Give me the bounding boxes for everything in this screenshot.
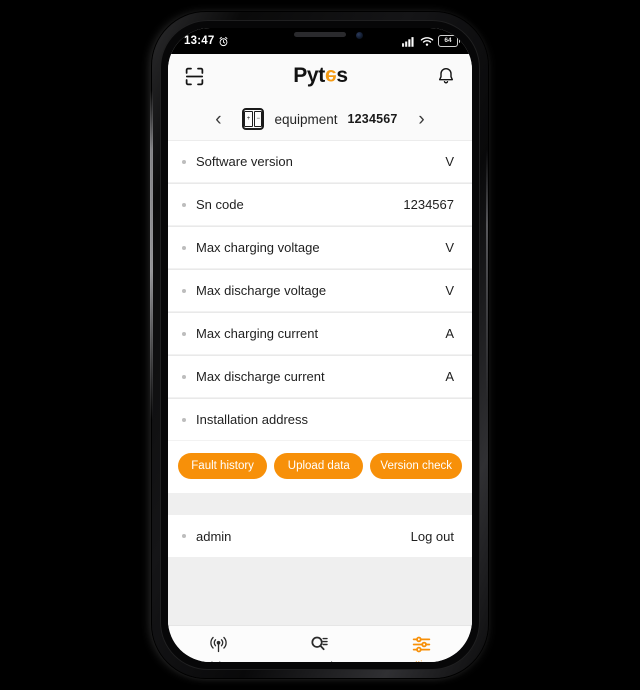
brand-logo: Pyt e s: [293, 64, 348, 88]
battery-level-text: 64: [444, 36, 452, 44]
nav-label-status: status: [206, 659, 231, 662]
row-label: Max charging current: [196, 326, 319, 341]
bullet-icon: [182, 417, 186, 422]
row-label: Max discharge voltage: [196, 283, 327, 298]
previous-equipment-button[interactable]: ‹: [204, 110, 232, 129]
signal-broadcast-icon: [208, 633, 229, 655]
row-value: A: [445, 369, 454, 384]
battery-cell-negative: −: [254, 111, 263, 127]
search-list-icon: [309, 633, 330, 655]
phone-frame-edge-highlight-left: [150, 90, 153, 420]
account-username: admin: [196, 528, 232, 544]
earpiece-speaker: [294, 32, 346, 37]
brand-accent-letter: e: [325, 65, 337, 88]
status-bar-left: 13:47: [184, 35, 229, 47]
table-row[interactable]: Max charging voltage V: [168, 227, 472, 269]
row-label: Installation address: [196, 412, 309, 427]
nav-label-settings: settings: [405, 659, 438, 662]
bottom-navigation: status parameter: [168, 625, 472, 662]
wifi-icon: [420, 36, 434, 46]
row-label: Sn code: [196, 197, 244, 212]
bullet-icon: [182, 202, 186, 207]
row-label: Max discharge current: [196, 369, 325, 384]
equipment-selector-bar: ‹ + − equipment 1234567 ›: [168, 98, 472, 141]
section-spacer: [168, 493, 472, 515]
app-header: Pyt e s: [168, 54, 472, 98]
status-bar: 13:47 64: [168, 28, 472, 54]
scan-qr-icon[interactable]: [184, 66, 205, 87]
alarm-clock-icon: [220, 36, 228, 46]
status-bar-right: 64: [402, 35, 460, 47]
row-value: 1234567: [403, 197, 454, 212]
equipment-label: equipment: [274, 111, 338, 127]
account-row: admin Log out: [168, 515, 472, 557]
table-row[interactable]: Max discharge voltage V: [168, 270, 472, 312]
front-camera: [356, 32, 364, 39]
sliders-icon: [411, 633, 432, 655]
upload-data-button[interactable]: Upload data: [274, 453, 364, 479]
battery-module-icon: + −: [242, 108, 265, 130]
battery-cell-positive: +: [244, 111, 253, 127]
table-row[interactable]: Installation address: [168, 399, 472, 441]
bell-icon[interactable]: [436, 66, 456, 86]
nav-tab-parameter[interactable]: parameter: [269, 633, 370, 662]
bullet-icon: [182, 288, 186, 293]
bullet-icon: [182, 159, 186, 164]
row-label: Max charging voltage: [196, 240, 320, 255]
settings-content: Software version V Sn code 1234567 Max c…: [168, 141, 472, 625]
row-value: V: [445, 240, 454, 255]
action-button-group: Fault history Upload data Version check: [168, 441, 472, 493]
table-row[interactable]: Max charging current A: [168, 313, 472, 355]
bullet-icon: [182, 534, 186, 538]
logout-button[interactable]: Log out: [411, 529, 454, 544]
cellular-signal-icon: [402, 36, 414, 47]
phone-frame-edge-highlight-right: [486, 150, 488, 400]
table-row[interactable]: Software version V: [168, 141, 472, 183]
bullet-icon: [182, 374, 186, 379]
table-row[interactable]: Sn code 1234567: [168, 184, 472, 226]
bottom-spacer: [168, 557, 472, 625]
row-value: V: [445, 283, 454, 298]
nav-label-parameter: parameter: [298, 659, 341, 662]
row-value: V: [445, 154, 454, 169]
battery-indicator: 64: [438, 35, 460, 47]
row-label: Software version: [196, 154, 293, 169]
equipment-serial-number: 1234567: [347, 112, 398, 126]
row-value: A: [445, 326, 454, 341]
next-equipment-button[interactable]: ›: [408, 110, 436, 129]
bullet-icon: [182, 331, 186, 336]
status-bar-time: 13:47: [184, 35, 215, 47]
fault-history-button[interactable]: Fault history: [178, 453, 268, 479]
brand-suffix: s: [336, 64, 348, 87]
table-row[interactable]: Max discharge current A: [168, 356, 472, 398]
version-check-button[interactable]: Version check: [370, 453, 463, 479]
bullet-icon: [182, 245, 186, 250]
brand-prefix: Pyt: [293, 64, 325, 87]
phone-screen: 13:47 64 Pyt e s ‹ + − equipment 1234567…: [168, 28, 472, 662]
